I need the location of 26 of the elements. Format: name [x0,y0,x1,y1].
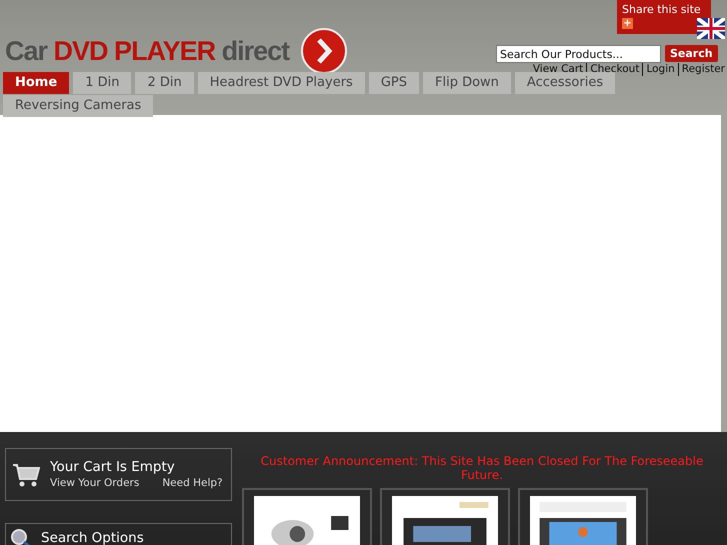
nav-tab[interactable]: GPS [368,72,419,94]
nav-tab[interactable]: Accessories [514,72,616,94]
search-icon [11,529,31,545]
cart-link[interactable]: Need Help? [162,476,223,490]
account-link[interactable]: Login [642,63,675,76]
cart-link[interactable]: View Your Orders [50,476,140,490]
search-options-title: Search Options [41,530,144,545]
plus-icon: + [622,18,633,29]
search-field[interactable]: Search Our Products... [496,45,661,63]
account-link[interactable]: Register [678,63,725,76]
cart-title: Your Cart Is Empty [50,458,176,476]
nav-tab[interactable]: Reversing Cameras [3,95,154,117]
nav-tab[interactable]: Home [3,72,70,94]
share-label: Share this site [622,3,702,17]
search-button[interactable]: Search [665,45,718,62]
nav-tab[interactable]: 2 Din [135,72,194,94]
product-card[interactable] [380,488,510,545]
product-card[interactable] [242,488,372,545]
announcement: Customer Announcement: This Site Has Been Closed For The Foreseeable Future. [260,453,704,482]
flag-icon [697,18,725,39]
nav-tab[interactable]: Flip Down [423,72,511,94]
share-panel[interactable]: Share this site + [617,0,711,34]
product-card[interactable] [518,488,648,545]
nav-tab[interactable]: 1 Din [73,72,132,94]
cart-icon [12,462,40,488]
nav-tab[interactable]: Headrest DVD Players [198,72,365,94]
